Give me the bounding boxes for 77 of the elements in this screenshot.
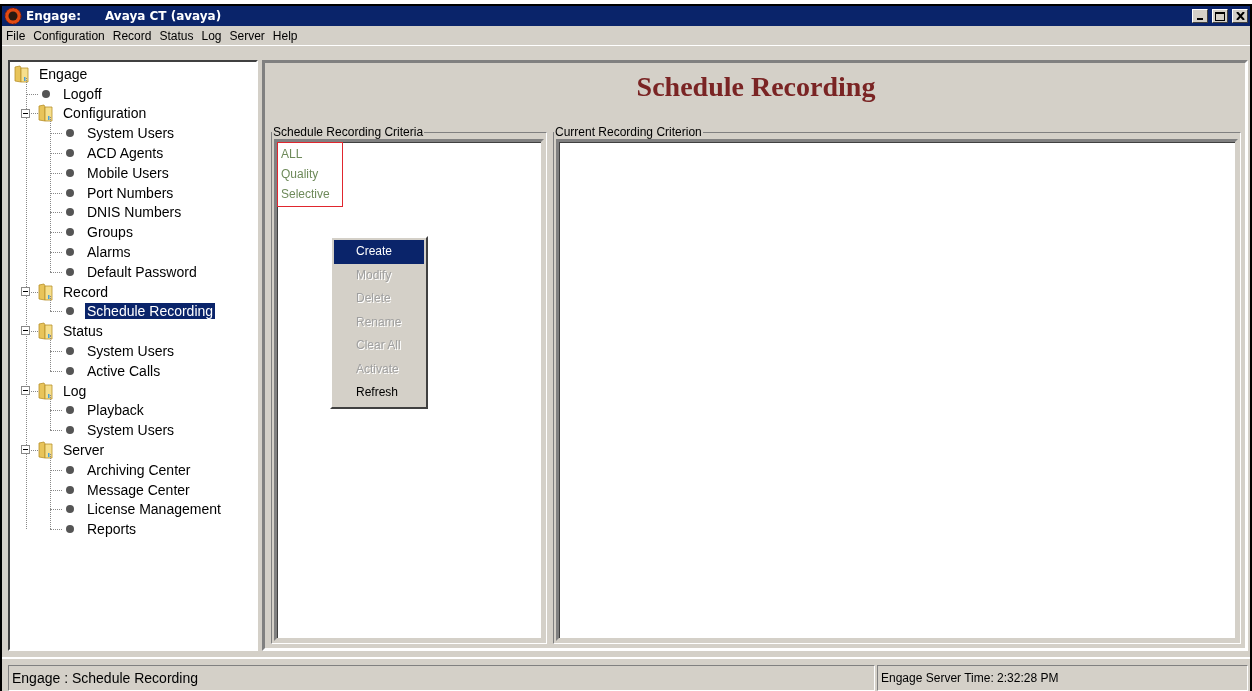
tree-item[interactable]: Playback — [85, 402, 146, 419]
tree-item[interactable]: Port Numbers — [85, 184, 176, 201]
tree-item[interactable]: Alarms — [85, 244, 133, 261]
bullet-icon — [66, 188, 74, 197]
tree-item[interactable]: Configuration — [61, 105, 149, 122]
tree-item[interactable]: Message Center — [85, 481, 192, 498]
bullet-icon — [66, 505, 74, 514]
close-icon — [1235, 12, 1245, 20]
bullet-icon — [66, 485, 74, 494]
window-subtitle: Avaya CT (avaya) — [104, 9, 222, 23]
tree-item[interactable]: System Users — [85, 125, 177, 142]
tree-item[interactable]: License Management — [85, 501, 223, 518]
bullet-icon — [66, 406, 74, 415]
bullet-icon — [66, 347, 74, 356]
folder-icon — [38, 282, 54, 301]
bullet-icon — [66, 426, 74, 435]
collapse-box-icon[interactable] — [21, 326, 30, 336]
tree-item[interactable]: Engage — [37, 65, 90, 82]
folder-icon — [38, 104, 54, 123]
tree-item[interactable]: Archiving Center — [85, 461, 193, 478]
tree-item[interactable]: Log — [61, 382, 89, 399]
bullet-icon — [66, 465, 74, 474]
status-text: Engage : Schedule Recording — [8, 665, 875, 691]
bullet-icon — [66, 208, 74, 217]
tree-item[interactable]: DNIS Numbers — [85, 204, 184, 221]
menu-item[interactable]: Server — [229, 28, 265, 43]
collapse-box-icon[interactable] — [21, 108, 30, 118]
app-logo-icon — [4, 7, 22, 25]
menu-item[interactable]: Status — [159, 28, 194, 43]
bullet-icon — [66, 525, 74, 534]
bullet-icon — [66, 248, 74, 257]
tree-item[interactable]: Schedule Recording — [85, 303, 216, 320]
tree-item[interactable]: ACD Agents — [85, 145, 166, 162]
folder-icon — [38, 381, 54, 400]
folder-icon — [14, 64, 30, 83]
tree-item[interactable]: Default Password — [85, 263, 199, 280]
list-item[interactable]: Selective — [281, 184, 330, 204]
bullet-icon — [66, 267, 74, 276]
collapse-box-icon[interactable] — [21, 286, 30, 296]
minimize-button[interactable] — [1192, 9, 1208, 23]
menu-item[interactable]: Refresh — [334, 381, 424, 405]
folder-icon — [38, 322, 54, 341]
tree-item[interactable]: System Users — [85, 343, 177, 360]
menu-item[interactable]: File — [6, 28, 26, 43]
tree-item[interactable]: Active Calls — [85, 362, 163, 379]
close-button[interactable] — [1232, 9, 1248, 23]
maximize-button[interactable] — [1212, 9, 1228, 23]
server-time: Engage Server Time: 2:32:28 PM — [877, 665, 1248, 691]
window-title: Engage: — [26, 9, 81, 23]
bullet-icon — [66, 129, 74, 138]
bullet-icon — [66, 307, 74, 316]
tree-item[interactable]: Mobile Users — [85, 164, 171, 181]
group-label: Schedule Recording Criteria — [272, 125, 425, 139]
tree-item[interactable]: System Users — [85, 422, 177, 439]
bullet-icon — [66, 149, 74, 158]
group-label: Current Recording Criterion — [554, 125, 703, 139]
collapse-box-icon[interactable] — [21, 445, 30, 455]
menu-item[interactable]: Create — [334, 240, 424, 264]
menu-item[interactable]: Configuration — [33, 28, 105, 43]
page-title: Schedule Recording — [635, 70, 877, 104]
tree-item[interactable]: Reports — [85, 521, 139, 538]
bullet-icon — [42, 89, 50, 98]
menu-item[interactable]: Help — [272, 28, 298, 43]
list-item[interactable]: ALL — [281, 144, 330, 164]
tree-item[interactable]: Logoff — [61, 85, 104, 102]
menu-item[interactable]: Log — [201, 28, 222, 43]
folder-icon — [38, 441, 54, 460]
bullet-icon — [66, 366, 74, 375]
tree-item[interactable]: Server — [61, 442, 107, 459]
bullet-icon — [66, 168, 74, 177]
tree-item[interactable]: Status — [61, 323, 105, 340]
tree-item[interactable]: Groups — [85, 224, 135, 241]
menu-item[interactable]: Record — [112, 28, 152, 43]
collapse-box-icon[interactable] — [21, 385, 30, 395]
tree-item[interactable]: Record — [61, 283, 111, 300]
bullet-icon — [66, 228, 74, 237]
list-item[interactable]: Quality — [281, 164, 330, 184]
